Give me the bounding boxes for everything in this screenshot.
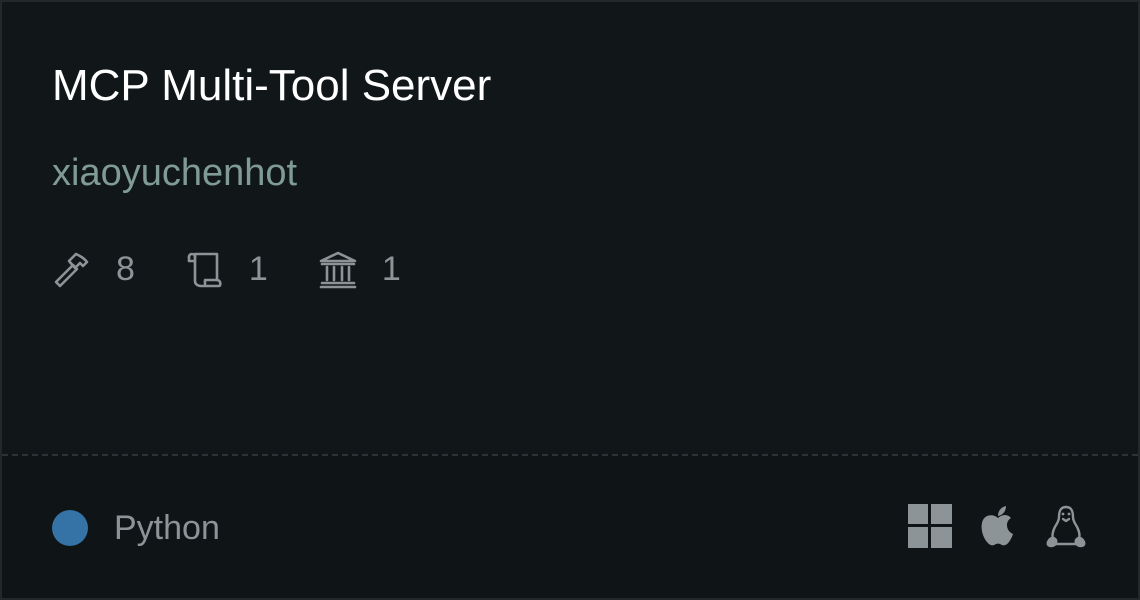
- prompts-stat: 1: [185, 249, 268, 289]
- card-body: MCP Multi-Tool Server xiaoyuchenhot 8 1 …: [2, 2, 1138, 454]
- hammer-icon: [52, 249, 92, 289]
- author-name[interactable]: xiaoyuchenhot: [52, 148, 297, 198]
- stats-row: 8 1 1: [52, 248, 451, 290]
- tools-stat: 8: [52, 249, 135, 289]
- windows-icon: [908, 504, 952, 548]
- language-indicator: Python: [52, 506, 220, 550]
- server-title[interactable]: MCP Multi-Tool Server: [52, 58, 491, 114]
- linux-icon: [1044, 504, 1088, 548]
- resources-stat: 1: [318, 249, 401, 289]
- scroll-icon: [185, 249, 225, 289]
- language-name: Python: [114, 509, 220, 547]
- resources-count: 1: [381, 250, 401, 288]
- bank-icon: [318, 249, 358, 289]
- prompts-count: 1: [248, 250, 268, 288]
- language-color-dot: [52, 510, 88, 546]
- card-footer: Python: [2, 456, 1138, 598]
- apple-icon: [976, 504, 1020, 548]
- platform-icons: [884, 504, 1088, 548]
- tools-count: 8: [116, 250, 135, 288]
- server-card[interactable]: MCP Multi-Tool Server xiaoyuchenhot 8 1 …: [0, 0, 1140, 600]
